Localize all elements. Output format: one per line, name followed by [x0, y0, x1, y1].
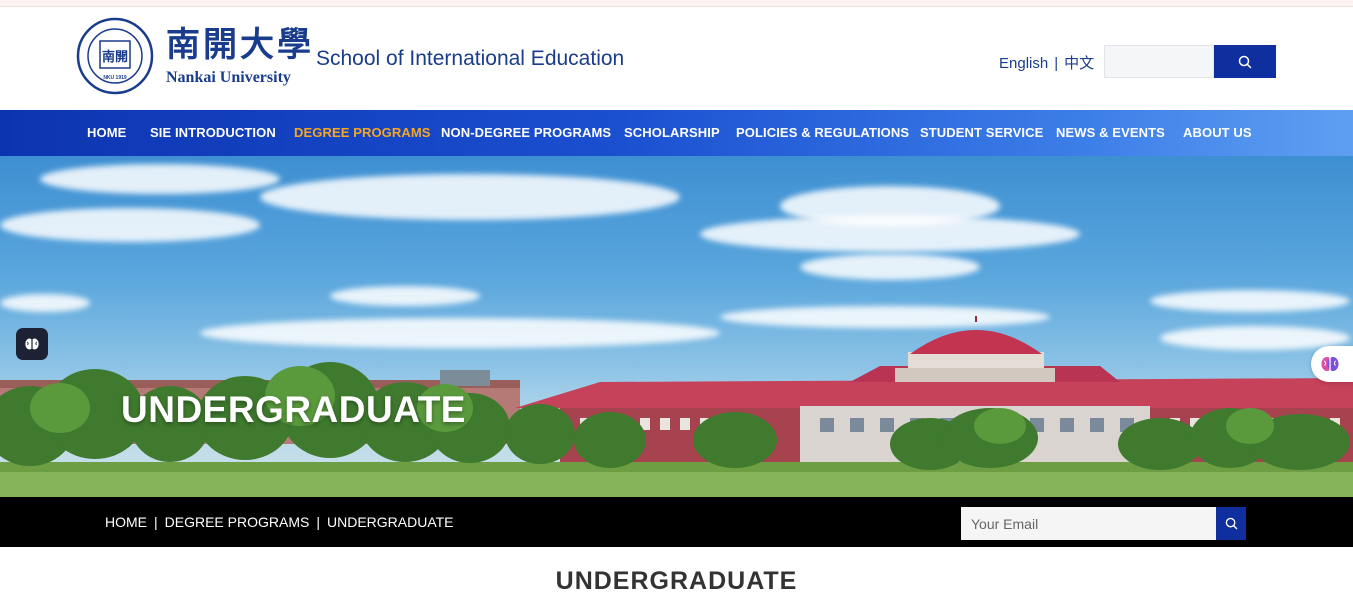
university-name-chinese: 南開大學	[166, 25, 314, 65]
subscribe-email-input[interactable]	[961, 507, 1217, 540]
top-accent-line	[0, 0, 1353, 7]
university-seal-logo[interactable]: 南開 NKU 1919	[76, 17, 154, 95]
nav-item-non-degree-programs[interactable]: NON-DEGREE PROGRAMS	[441, 110, 611, 156]
ai-assistant-button-right[interactable]	[1311, 346, 1353, 382]
breadcrumb-current-page: UNDERGRADUATE	[326, 514, 454, 530]
site-header: 南開 NKU 1919 南開大學 Nankai University Schoo…	[0, 7, 1353, 110]
search-icon	[1238, 55, 1252, 68]
svg-text:NKU 1919: NKU 1919	[103, 75, 127, 81]
nav-item-about-us[interactable]: ABOUT US	[1183, 110, 1252, 156]
subscribe-email-button[interactable]	[1216, 507, 1246, 540]
university-name-english: Nankai University	[166, 69, 291, 86]
lang-separator: |	[1054, 55, 1059, 72]
breadcrumb-separator: |	[316, 514, 320, 530]
breadcrumb-home-link[interactable]: HOME	[105, 514, 147, 530]
breadcrumb: HOME | DEGREE PROGRAMS | UNDERGRADUATE	[105, 514, 454, 530]
svg-text:南開: 南開	[102, 49, 128, 65]
nav-item-sie-introduction[interactable]: SIE INTRODUCTION	[150, 110, 276, 156]
campus-building-illustration	[0, 316, 1353, 497]
school-name[interactable]: School of International Education	[316, 47, 624, 71]
page-title: UNDERGRADUATE	[555, 567, 798, 595]
ai-assistant-button-left[interactable]	[16, 328, 48, 360]
nav-item-policies-regulations[interactable]: POLICIES & REGULATIONS	[736, 110, 909, 156]
breadcrumb-separator: |	[154, 514, 158, 530]
breadcrumb-bar: HOME | DEGREE PROGRAMS | UNDERGRADUATE	[0, 497, 1353, 547]
nav-item-news-events[interactable]: NEWS & EVENTS	[1056, 110, 1165, 156]
hero-title: UNDERGRADUATE	[121, 389, 466, 430]
nav-item-degree-programs[interactable]: DEGREE PROGRAMS	[294, 110, 431, 156]
brain-icon	[1321, 357, 1339, 371]
site-search-button[interactable]	[1214, 45, 1276, 78]
nav-item-student-service[interactable]: STUDENT SERVICE	[920, 110, 1043, 156]
search-icon	[1225, 517, 1237, 530]
language-switcher: English | 中文	[999, 52, 1094, 73]
nav-item-home[interactable]: HOME	[87, 110, 126, 156]
lang-chinese-link[interactable]: 中文	[1064, 52, 1094, 73]
breadcrumb-degree-programs-link[interactable]: DEGREE PROGRAMS	[165, 514, 310, 530]
site-search-input[interactable]	[1104, 45, 1214, 78]
hero-banner: UNDERGRADUATE	[0, 156, 1353, 497]
nav-item-scholarship[interactable]: SCHOLARSHIP	[624, 110, 720, 156]
brain-icon	[25, 338, 39, 350]
lang-english-link[interactable]: English	[999, 55, 1048, 72]
main-navigation: HOME SIE INTRODUCTION DEGREE PROGRAMS NO…	[0, 110, 1353, 156]
